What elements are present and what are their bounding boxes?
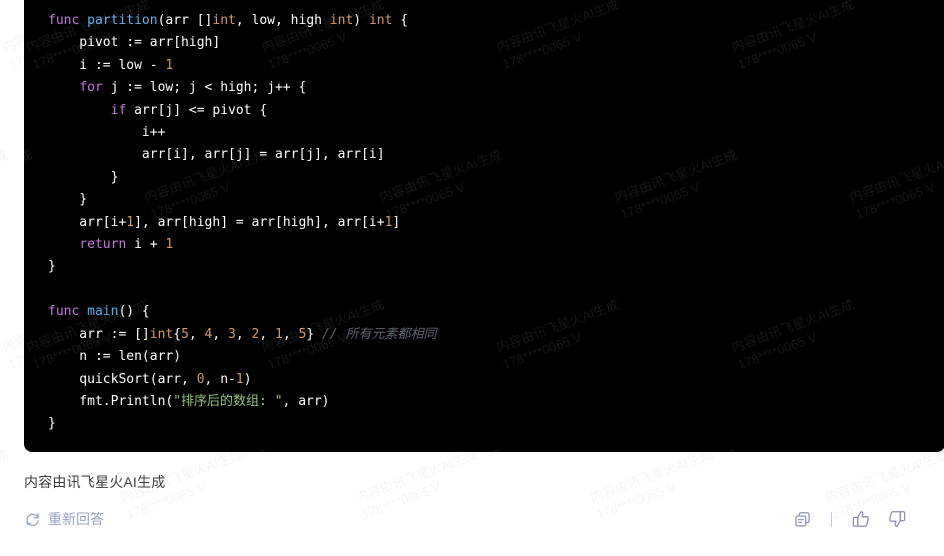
watermark-tile: 内容由讯飞星火AI生成178****0065 V xyxy=(0,146,16,223)
copy-icon xyxy=(793,510,812,529)
code-content: func partition(arr []int, low, high int)… xyxy=(48,13,437,432)
code-scroll-area[interactable]: func partition(arr []int, low, high int)… xyxy=(24,0,944,452)
thumbs-up-icon xyxy=(851,509,871,529)
answer-footer: 内容由讯飞星火AI生成 重新回答 xyxy=(0,452,944,556)
regenerate-label: 重新回答 xyxy=(48,511,104,527)
actions-divider xyxy=(831,511,832,527)
copy-button[interactable] xyxy=(791,508,813,530)
regenerate-button[interactable]: 重新回答 xyxy=(24,506,104,532)
code-block: func partition(arr []int, low, high int)… xyxy=(24,0,944,452)
thumbs-down-button[interactable] xyxy=(886,508,908,530)
actions-row: 重新回答 xyxy=(0,506,944,538)
refresh-icon xyxy=(24,511,41,528)
thumbs-down-icon xyxy=(887,509,907,529)
thumbs-up-button[interactable] xyxy=(850,508,872,530)
ai-disclaimer: 内容由讯飞星火AI生成 xyxy=(24,474,166,490)
feedback-actions xyxy=(791,506,908,532)
